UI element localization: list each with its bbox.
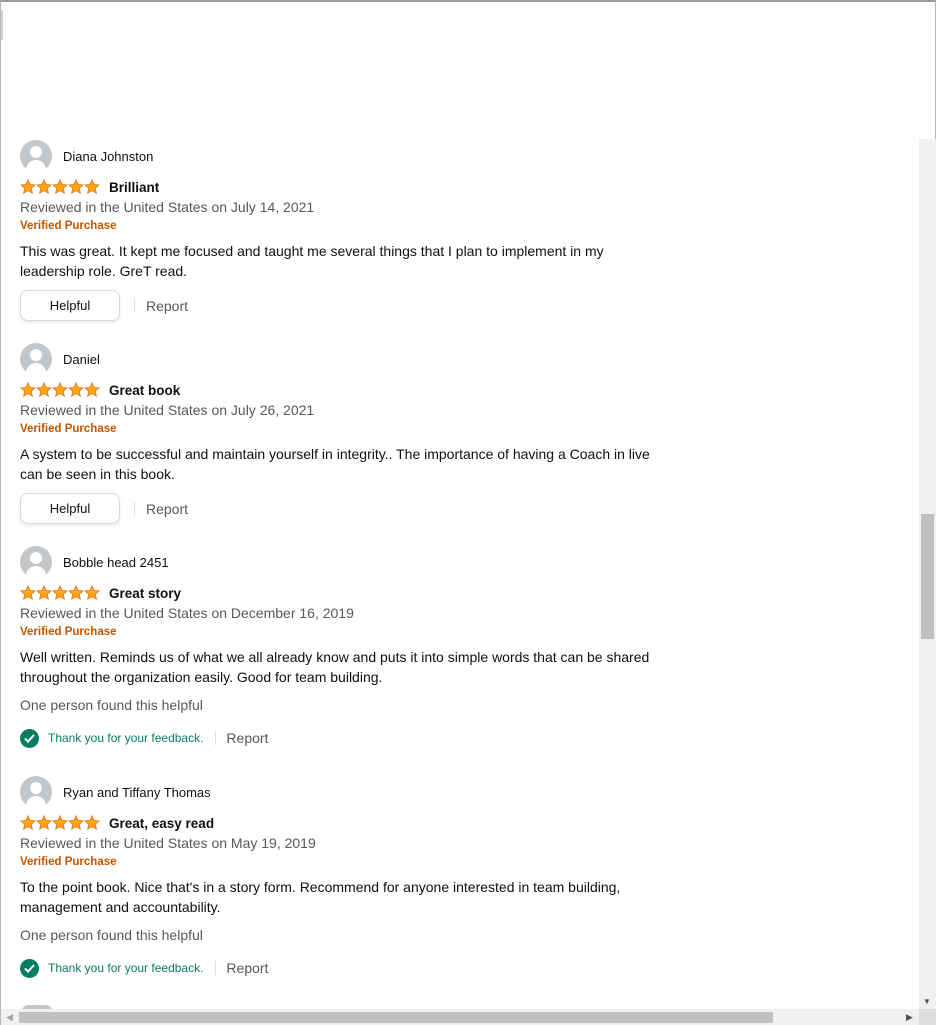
review-card: Bobble head 2451 Great story Reviewed in… <box>20 546 700 748</box>
star-rating[interactable] <box>20 815 100 831</box>
star-icon <box>84 179 100 194</box>
browser-window: Diana Johnston Brilliant Reviewed in the… <box>0 0 936 1025</box>
reviewer-name: Diana Johnston <box>63 148 154 164</box>
check-circle-icon <box>20 728 39 748</box>
scroll-down-arrow-icon[interactable]: ▼ <box>923 997 931 1006</box>
star-icon <box>68 382 84 397</box>
star-icon <box>84 585 100 600</box>
star-icon <box>52 815 68 830</box>
star-rating[interactable] <box>20 585 100 601</box>
review-body-line: leadership role. GreT read. <box>20 263 188 279</box>
helpful-button[interactable]: Helpful <box>20 493 120 524</box>
avatar-icon <box>20 776 52 808</box>
review-body: This was great. It kept me focused and t… <box>20 241 700 281</box>
reviewer-name: Bobble head 2451 <box>63 554 169 570</box>
review-card: Ryan and Tiffany Thomas Great, easy read… <box>20 776 700 978</box>
scrollbar-corner <box>919 1009 936 1025</box>
review-title[interactable]: Great, easy read <box>109 816 214 831</box>
review-body-line: To the point book. Nice that's in a stor… <box>20 879 621 895</box>
reviewer-name: Ryan and Tiffany Thomas <box>63 784 211 800</box>
star-icon <box>84 382 100 397</box>
feedback-confirmation: Thank you for your feedback. <box>48 961 204 975</box>
feedback-confirmation: Thank you for your feedback. <box>48 731 204 745</box>
review-body-line: throughout the organization easily. Good… <box>20 669 383 685</box>
divider <box>215 961 217 975</box>
report-link[interactable]: Report <box>226 960 268 976</box>
reviewer-profile[interactable]: Bobble head 2451 <box>20 546 700 578</box>
reviewer-profile[interactable]: Daniel <box>20 343 700 375</box>
review-body-line: This was great. It kept me focused and t… <box>20 243 604 259</box>
review-body: Well written. Reminds us of what we all … <box>20 647 700 687</box>
star-rating[interactable] <box>20 382 100 398</box>
star-icon <box>36 585 52 600</box>
verified-purchase-badge[interactable]: Verified Purchase <box>20 423 700 439</box>
review-body-line: Well written. Reminds us of what we all … <box>20 649 650 665</box>
star-rating[interactable] <box>20 179 100 195</box>
review-date: Reviewed in the United States on May 19,… <box>20 835 316 851</box>
star-icon <box>52 382 68 397</box>
helpful-button[interactable]: Helpful <box>20 290 120 321</box>
avatar-icon <box>20 140 52 172</box>
review-body: To the point book. Nice that's in a stor… <box>20 877 700 917</box>
star-icon <box>20 382 36 397</box>
helpful-count: One person found this helpful <box>20 697 203 713</box>
reviewer-profile[interactable]: Ryan and Tiffany Thomas <box>20 776 700 808</box>
star-icon <box>68 815 84 830</box>
star-icon <box>68 585 84 600</box>
report-link[interactable]: Report <box>146 501 188 517</box>
left-edge-sliver <box>1 10 3 40</box>
scroll-right-arrow-icon[interactable]: ▶ <box>906 1012 913 1023</box>
verified-purchase-badge[interactable]: Verified Purchase <box>20 220 700 236</box>
vertical-scrollbar-thumb[interactable] <box>921 514 934 639</box>
reviews-list: Diana Johnston Brilliant Reviewed in the… <box>1 139 919 1009</box>
horizontal-scrollbar-thumb[interactable] <box>19 1012 773 1023</box>
review-date: Reviewed in the United States on July 26… <box>20 402 315 418</box>
star-icon <box>52 179 68 194</box>
review-body: A system to be successful and maintain y… <box>20 444 700 484</box>
divider <box>215 731 217 745</box>
review-title[interactable]: Brilliant <box>109 180 159 195</box>
star-icon <box>20 179 36 194</box>
divider <box>134 501 135 516</box>
vertical-scrollbar[interactable]: ▼ <box>919 139 936 1009</box>
scroll-left-arrow-icon[interactable]: ◀ <box>6 1012 13 1023</box>
review-card: Daniel Great book Reviewed in the United… <box>20 343 700 524</box>
check-circle-icon <box>20 958 39 978</box>
verified-purchase-badge[interactable]: Verified Purchase <box>20 626 700 642</box>
star-icon <box>36 382 52 397</box>
star-icon <box>20 815 36 830</box>
star-icon <box>20 585 36 600</box>
verified-purchase-badge[interactable]: Verified Purchase <box>20 856 700 872</box>
star-icon <box>68 179 84 194</box>
page-header-area <box>2 4 935 139</box>
review-body-line: management and accountability. <box>20 899 221 915</box>
avatar-icon <box>20 546 52 578</box>
review-body-line: can be seen in this book. <box>20 466 175 482</box>
avatar-icon <box>20 343 52 375</box>
review-card: Diana Johnston Brilliant Reviewed in the… <box>20 140 700 321</box>
review-date: Reviewed in the United States on July 14… <box>20 199 315 215</box>
reviewer-name: Daniel <box>63 351 100 367</box>
horizontal-scrollbar[interactable]: ◀ ▶ <box>1 1009 919 1025</box>
divider <box>134 298 135 313</box>
star-icon <box>36 179 52 194</box>
review-date: Reviewed in the United States on Decembe… <box>20 605 354 621</box>
star-icon <box>36 815 52 830</box>
star-icon <box>84 815 100 830</box>
reviewer-profile[interactable]: Diana Johnston <box>20 140 700 172</box>
helpful-count: One person found this helpful <box>20 927 203 943</box>
review-title[interactable]: Great story <box>109 586 181 601</box>
review-title[interactable]: Great book <box>109 383 180 398</box>
review-body-line: A system to be successful and maintain y… <box>20 446 650 462</box>
report-link[interactable]: Report <box>146 298 188 314</box>
report-link[interactable]: Report <box>226 730 268 746</box>
star-icon <box>52 585 68 600</box>
